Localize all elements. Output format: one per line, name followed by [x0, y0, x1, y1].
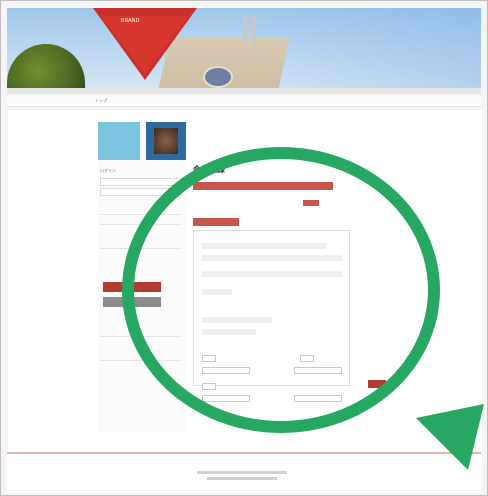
- footer-link-line[interactable]: [197, 471, 287, 474]
- footer-copyright-line: [207, 477, 277, 480]
- sidebar-banner-left[interactable]: [98, 122, 140, 160]
- sidebar-label: ログイン: [100, 168, 116, 173]
- magnifier-icon: [122, 147, 440, 433]
- breadcrumb[interactable]: トップ: [95, 98, 107, 104]
- antenna-pole: [252, 16, 256, 46]
- building-window: [203, 66, 233, 88]
- sidebar-input[interactable]: [100, 178, 182, 186]
- antenna-pole: [243, 16, 247, 46]
- brand-text: BRAND: [121, 18, 140, 24]
- magnifier-handle-icon: [416, 404, 484, 470]
- header-banner: BRAND: [7, 8, 481, 94]
- tree-image: [7, 44, 85, 94]
- sidebar-photo: [154, 128, 178, 154]
- header-band: [7, 88, 481, 94]
- sidebar-banner-right[interactable]: [146, 122, 186, 160]
- logo-badge: [93, 8, 197, 80]
- top-nav: トップ: [7, 96, 481, 107]
